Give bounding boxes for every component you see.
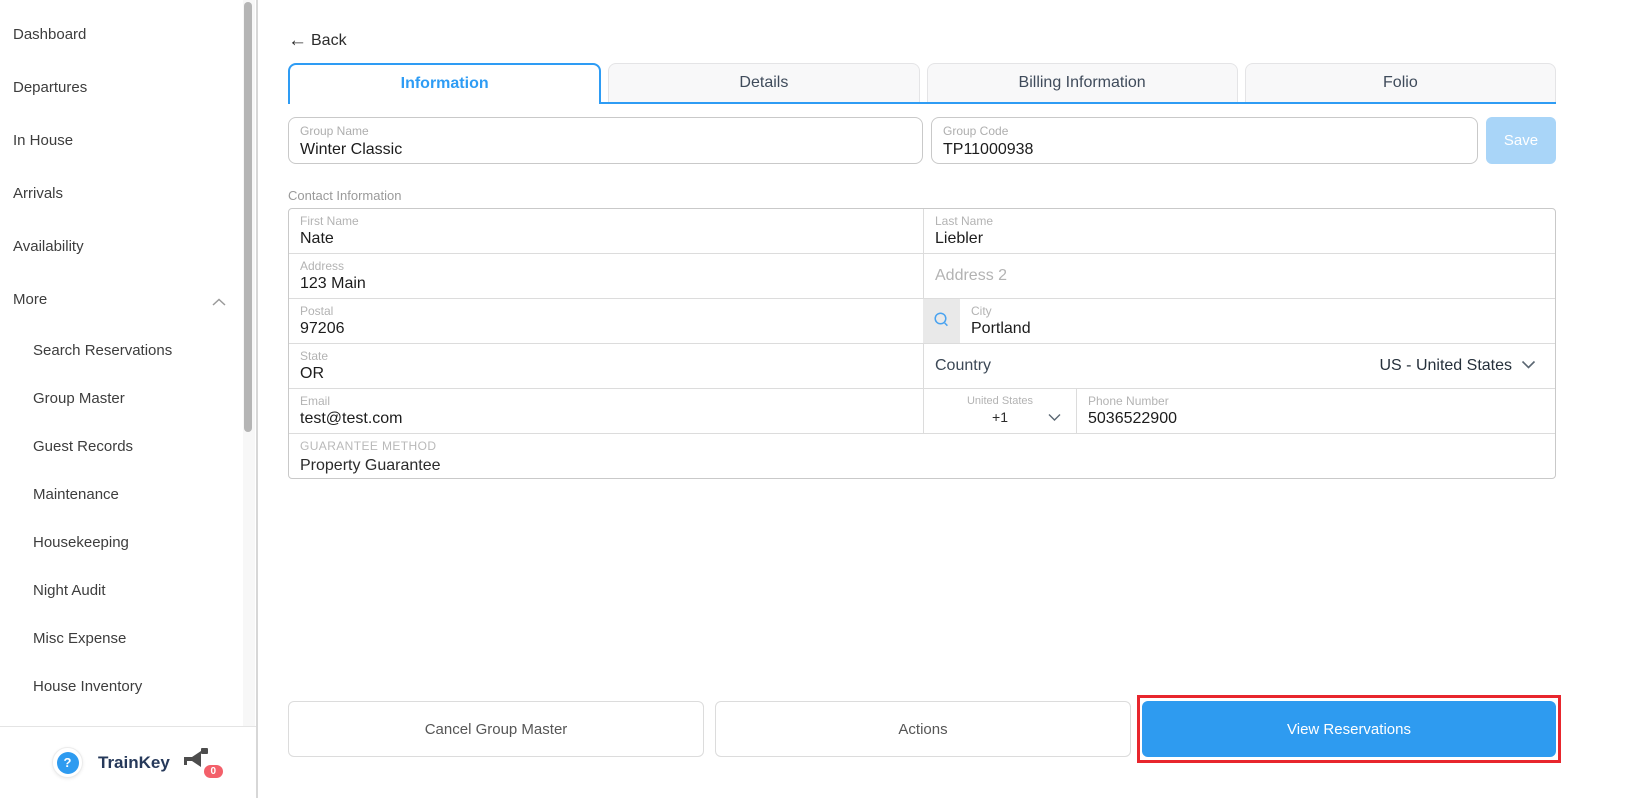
row-state-country: State OR Country US - United States <box>289 343 1555 388</box>
notification-badge: 0 <box>202 764 224 779</box>
sidebar-item-search-reservations[interactable]: Search Reservations <box>0 326 256 374</box>
city-field[interactable]: City Portland <box>960 299 1555 343</box>
help-button[interactable]: ? <box>52 747 83 778</box>
group-name-value: Winter Classic <box>300 141 403 158</box>
guarantee-method-field[interactable]: GUARANTEE METHOD Property Guarantee <box>289 434 1555 478</box>
postal-field[interactable]: Postal 97206 <box>289 299 923 343</box>
tab-details[interactable]: Details <box>608 63 920 102</box>
country-value: US - United States <box>1379 357 1513 374</box>
phone-number-label: Phone Number <box>1088 394 1169 408</box>
contact-form: First Name Nate Last Name Liebler Addres… <box>288 208 1556 479</box>
last-name-label: Last Name <box>935 214 994 228</box>
sidebar-item-guest-records[interactable]: Guest Records <box>0 422 256 470</box>
group-code-label: Group Code <box>943 124 1009 138</box>
sidebar-scrollbar-thumb[interactable] <box>244 2 252 432</box>
guarantee-method-label: GUARANTEE METHOD <box>300 439 437 453</box>
back-label: Back <box>311 31 347 49</box>
country-label: Country <box>935 357 992 374</box>
chevron-down-icon <box>1048 409 1061 427</box>
row-address: Address 123 Main Address 2 <box>289 253 1555 298</box>
arrow-left-icon: ← <box>288 30 307 51</box>
address2-field[interactable]: Address 2 <box>923 254 1555 298</box>
sidebar-item-housekeeping[interactable]: Housekeeping <box>0 518 256 566</box>
sidebar-item-house-inventory[interactable]: House Inventory <box>0 662 256 710</box>
sidebar-item-night-audit[interactable]: Night Audit <box>0 566 256 614</box>
sidebar-item-availability[interactable]: Availability <box>0 220 256 273</box>
sidebar-nav: Dashboard Departures In House Arrivals A… <box>0 0 256 710</box>
row-guarantee: GUARANTEE METHOD Property Guarantee <box>289 433 1555 478</box>
main-content: ← Back Information Details Billing Infor… <box>258 0 1642 798</box>
actions-button[interactable]: Actions <box>715 701 1131 757</box>
footer-actions: Cancel Group Master Actions View Reserva… <box>288 695 1561 763</box>
group-name-field[interactable]: Group Name Winter Classic <box>288 117 923 164</box>
city-value: Portland <box>971 320 1031 337</box>
save-button[interactable]: Save <box>1486 117 1556 164</box>
state-value: OR <box>300 365 324 382</box>
postal-value: 97206 <box>300 320 345 337</box>
postal-label: Postal <box>300 304 334 318</box>
group-code-value: TP11000938 <box>943 141 1034 158</box>
sidebar-footer: ? TrainKey 0 <box>0 726 256 798</box>
brand-logo: TrainKey <box>98 752 170 772</box>
first-name-value: Nate <box>300 230 334 247</box>
country-select[interactable]: US - United States <box>1380 357 1537 375</box>
chevron-up-icon <box>212 294 226 311</box>
last-name-field[interactable]: Last Name Liebler <box>923 209 1555 253</box>
tab-bar: Information Details Billing Information … <box>288 63 1556 104</box>
phone-number-field[interactable]: Phone Number 5036522900 <box>1076 389 1555 433</box>
address2-placeholder: Address 2 <box>935 267 1008 284</box>
phone-number-value: 5036522900 <box>1088 410 1177 427</box>
sidebar-item-more-label: More <box>13 291 48 308</box>
row-postal-city: Postal 97206 City Portland <box>289 298 1555 343</box>
sidebar-item-in-house[interactable]: In House <box>0 114 256 167</box>
first-name-label: First Name <box>300 214 359 228</box>
announcements-button[interactable]: 0 <box>180 747 224 779</box>
group-fields-row: Group Name Winter Classic Group Code TP1… <box>288 117 1556 164</box>
state-field[interactable]: State OR <box>289 344 923 388</box>
view-reservations-label: View Reservations <box>1287 720 1411 738</box>
question-mark-icon: ? <box>56 751 79 774</box>
tab-billing-information[interactable]: Billing Information <box>926 63 1238 102</box>
sidebar-scrollbar-track[interactable] <box>243 0 255 798</box>
group-name-label: Group Name <box>300 124 369 138</box>
tab-information[interactable]: Information <box>288 63 602 104</box>
back-button[interactable]: ← Back <box>288 31 347 50</box>
phone-group: United States +1 Phone Number 5036522900 <box>923 389 1555 433</box>
postal-lookup-button[interactable] <box>923 299 960 343</box>
guarantee-method-value: Property Guarantee <box>300 457 441 474</box>
search-icon <box>933 311 950 331</box>
email-value: test@test.com <box>300 410 403 427</box>
sidebar: Dashboard Departures In House Arrivals A… <box>0 0 258 798</box>
sidebar-item-misc-expense[interactable]: Misc Expense <box>0 614 256 662</box>
dial-code-select[interactable]: United States +1 <box>924 389 1076 433</box>
address-label: Address <box>300 259 345 273</box>
last-name-value: Liebler <box>935 230 984 247</box>
city-label: City <box>971 304 992 318</box>
group-code-field[interactable]: Group Code TP11000938 <box>931 117 1478 164</box>
contact-information-heading: Contact Information <box>288 188 402 203</box>
sidebar-item-more[interactable]: More <box>0 273 256 326</box>
cancel-group-master-button[interactable]: Cancel Group Master <box>288 701 704 757</box>
state-label: State <box>300 349 329 363</box>
email-field[interactable]: Email test@test.com <box>289 389 923 433</box>
sidebar-item-dashboard[interactable]: Dashboard <box>0 8 256 61</box>
address-value: 123 Main <box>300 275 366 292</box>
country-field: Country US - United States <box>923 344 1555 388</box>
sidebar-item-arrivals[interactable]: Arrivals <box>0 167 256 220</box>
sidebar-item-group-master[interactable]: Group Master <box>0 374 256 422</box>
email-label: Email <box>300 394 331 408</box>
view-reservations-button[interactable]: View Reservations <box>1137 695 1561 763</box>
first-name-field[interactable]: First Name Nate <box>289 209 923 253</box>
sidebar-item-maintenance[interactable]: Maintenance <box>0 470 256 518</box>
chevron-down-icon <box>1521 357 1536 375</box>
dial-country-label: United States <box>966 395 1034 407</box>
sidebar-item-departures[interactable]: Departures <box>0 61 256 114</box>
address-field[interactable]: Address 123 Main <box>289 254 923 298</box>
row-name: First Name Nate Last Name Liebler <box>289 209 1555 253</box>
row-email-phone: Email test@test.com United States +1 Pho… <box>289 388 1555 433</box>
tab-folio[interactable]: Folio <box>1244 63 1556 102</box>
